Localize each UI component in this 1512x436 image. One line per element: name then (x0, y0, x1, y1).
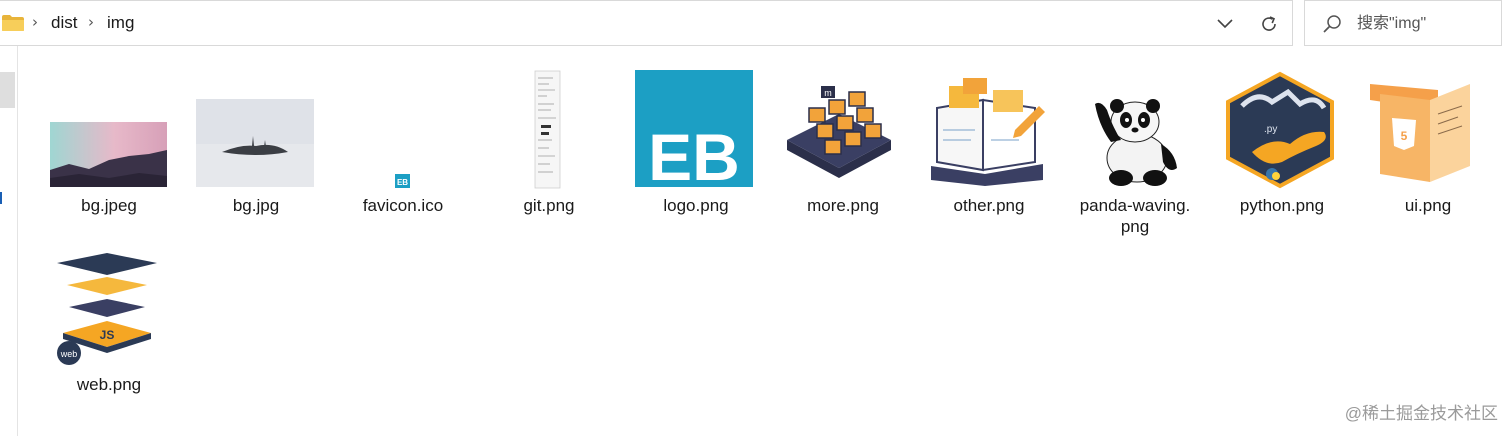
svg-text:5: 5 (1401, 129, 1408, 143)
eb-logo-thumbnail: EB (635, 70, 753, 190)
file-item[interactable]: panda-waving. png (1065, 70, 1205, 240)
html5-ui-thumbnail: 5 (1367, 70, 1485, 187)
history-dropdown-button[interactable] (1210, 10, 1240, 38)
narrow-screenshot-thumbnail (534, 70, 561, 189)
top-bar: › dist › img (0, 0, 1512, 46)
breadcrumb-chevron-icon[interactable]: › (88, 13, 94, 31)
file-item[interactable]: bg.jpeg (39, 70, 179, 240)
breadcrumb-img[interactable]: img (107, 13, 134, 33)
file-item[interactable]: m more.png (773, 70, 913, 240)
file-item[interactable]: EB favicon.ico (333, 70, 473, 240)
svg-text:web: web (60, 349, 78, 359)
file-item[interactable]: EB logo.png (626, 70, 766, 240)
file-name: logo.png (663, 196, 729, 215)
web-js-layers-thumbnail: JS web (50, 249, 167, 366)
search-input[interactable] (1357, 12, 1497, 36)
file-item[interactable]: git.png (479, 70, 619, 240)
chevron-down-icon (1217, 19, 1233, 29)
nav-selected-item[interactable] (0, 72, 15, 108)
file-name: python.png (1239, 196, 1325, 215)
breadcrumb-chevron-icon[interactable]: › (32, 13, 38, 31)
eb-favicon-icon: EB (395, 174, 410, 188)
search-box[interactable] (1304, 0, 1502, 46)
nav-focus-marker (0, 192, 2, 204)
notebook-thumbnail (928, 70, 1045, 187)
file-name: more.png (807, 196, 879, 215)
file-name: other.png (953, 196, 1025, 215)
svg-text:EB: EB (397, 178, 408, 187)
file-name: panda-waving. png (1065, 195, 1205, 237)
watermark: @稀土掘金技术社区 (1344, 404, 1498, 423)
refresh-icon (1262, 16, 1276, 31)
search-icon (1323, 15, 1341, 33)
file-item[interactable]: 5 ui.png (1358, 70, 1498, 240)
file-name: web.png (76, 375, 142, 394)
svg-text:.py: .py (1264, 124, 1277, 135)
cube-grid-thumbnail: m (782, 70, 899, 187)
svg-text:JS: JS (100, 328, 115, 342)
file-item[interactable]: .py python.png (1212, 70, 1352, 240)
python-thumbnail: .py (1221, 70, 1339, 189)
refresh-button[interactable] (1254, 10, 1284, 38)
file-item[interactable]: JS web web.png (39, 249, 179, 419)
file-name: bg.jpg (232, 196, 280, 215)
panda-thumbnail (1075, 83, 1192, 187)
file-name: ui.png (1404, 196, 1452, 215)
file-name: git.png (523, 196, 575, 215)
folder-icon (2, 15, 24, 31)
file-name: bg.jpeg (81, 196, 137, 215)
navigation-pane[interactable] (0, 46, 18, 436)
file-name-line-1: panda-waving. (1079, 196, 1191, 215)
address-bar[interactable]: › dist › img (0, 0, 1293, 46)
breadcrumb-dist[interactable]: dist (51, 13, 77, 33)
svg-text:m: m (824, 88, 832, 98)
file-item[interactable]: bg.jpg (186, 70, 326, 240)
svg-text:EB: EB (648, 120, 740, 190)
landscape-thumbnail (50, 122, 167, 187)
file-name-line-2: png (1120, 217, 1150, 236)
file-item[interactable]: other.png (919, 70, 1059, 240)
file-name: favicon.ico (362, 196, 444, 215)
foggy-island-thumbnail (196, 99, 314, 187)
